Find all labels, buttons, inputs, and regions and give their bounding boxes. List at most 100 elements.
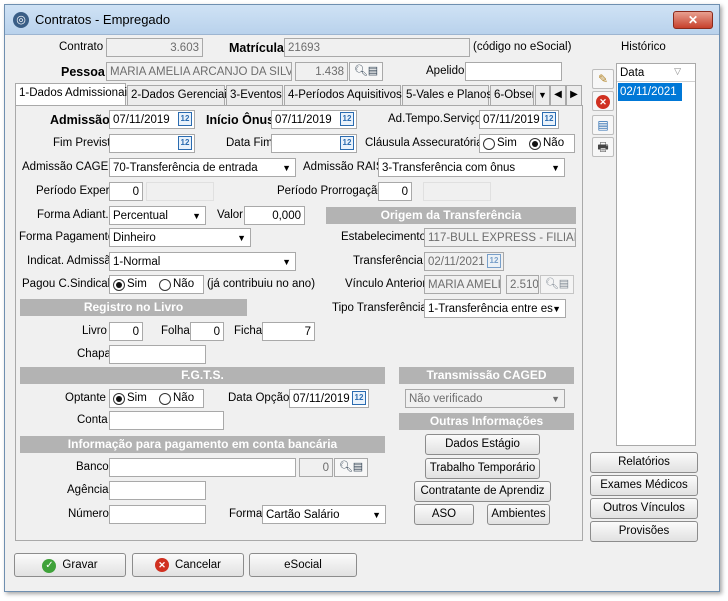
adm-rais-select[interactable]: 3-Transferência com ônus ▼ <box>378 158 565 177</box>
banco-search-button[interactable]: 🔍︎▤ <box>334 458 368 477</box>
inicio-onus-field[interactable]: 07/11/2019 12 <box>271 110 357 129</box>
vinculo-search-button[interactable]: 🔍︎▤ <box>540 275 574 294</box>
pessoa-search-button[interactable]: 🔍︎▤ <box>349 62 383 81</box>
tab-dados-gerenciais[interactable]: 2-Dados Gerenciais <box>127 85 233 105</box>
calendar-icon[interactable]: 12 <box>178 136 192 150</box>
forma-pag-select[interactable]: Dinheiro ▼ <box>109 228 251 247</box>
aso-button[interactable]: ASO <box>414 504 474 525</box>
calendar-icon[interactable]: 12 <box>352 391 366 405</box>
pessoa-code-field[interactable]: 1.438 <box>295 62 348 81</box>
close-button[interactable]: ✕ <box>673 11 713 29</box>
gravar-button[interactable]: ✓ Gravar <box>14 553 126 577</box>
calendar-icon[interactable]: 12 <box>542 112 556 126</box>
vinculo-name-field[interactable]: MARIA AMELIA <box>424 275 501 294</box>
calendar-icon[interactable]: 12 <box>487 254 501 268</box>
registro-section-header: Registro no Livro <box>20 299 247 316</box>
exames-medicos-button[interactable]: Exames Médicos <box>590 475 698 496</box>
apelido-label: Apelido <box>426 65 465 77</box>
relatorios-button[interactable]: Relatórios <box>590 452 698 473</box>
ad-tempo-field[interactable]: 07/11/2019 12 <box>479 110 559 129</box>
admissao-field[interactable]: 07/11/2019 12 <box>109 110 195 129</box>
tab-scroll-left[interactable]: ◀ <box>550 85 566 105</box>
trabalho-temporario-button[interactable]: Trabalho Temporário <box>425 458 540 479</box>
pessoa-name-field[interactable]: MARIA AMELIA ARCANJO DA SILVA <box>106 62 292 81</box>
pagou-sim-label: Sim <box>127 278 147 290</box>
tab-dropdown[interactable]: ▼ <box>535 85 550 105</box>
tab-observacoes[interactable]: 6-Observ <box>490 85 534 105</box>
matricula-field[interactable]: 21693 <box>284 38 470 57</box>
tab-vales-planos[interactable]: 5-Vales e Planos <box>402 85 492 105</box>
app-icon: ◎ <box>13 12 29 28</box>
esocial-button[interactable]: eSocial <box>249 553 357 577</box>
calendar-icon[interactable]: 12 <box>340 112 354 126</box>
vinculo-code-field[interactable]: 2.510 <box>506 275 539 294</box>
folha-field[interactable]: 0 <box>190 322 224 341</box>
banco-label: Banco <box>76 461 109 473</box>
calendar-icon[interactable]: 12 <box>340 136 354 150</box>
banco-section-header: Informação para pagamento em conta bancá… <box>20 436 385 453</box>
pagou-nao-label: Não <box>173 278 195 290</box>
agencia-field[interactable] <box>109 481 206 500</box>
banco-field[interactable] <box>109 458 296 477</box>
dados-estagio-button[interactable]: Dados Estágio <box>425 434 540 455</box>
ficha-field[interactable]: 7 <box>262 322 315 341</box>
chevron-down-icon: ▼ <box>282 163 291 173</box>
periodo-prorrog-field[interactable]: 0 <box>378 182 412 201</box>
search-icon: 🔍︎▤ <box>338 461 364 473</box>
chapa-field[interactable] <box>109 345 206 364</box>
contrato-field[interactable]: 3.603 <box>106 38 203 57</box>
data-opcao-field[interactable]: 07/11/2019 12 <box>289 389 369 408</box>
tipo-transf-select[interactable]: 1-Transferência entre es ▼ <box>424 299 566 318</box>
pagou-nao-radio[interactable] <box>159 279 171 291</box>
calendar-icon[interactable]: 12 <box>178 112 192 126</box>
adm-rais-label: Admissão RAIS <box>303 161 384 173</box>
chevron-down-icon: ▼ <box>552 304 561 314</box>
provisoes-button[interactable]: Provisões <box>590 521 698 542</box>
periodo-exper-field[interactable]: 0 <box>109 182 143 201</box>
pagou-label: Pagou C.Sindical <box>22 278 111 290</box>
apelido-field[interactable] <box>465 62 562 81</box>
transf-field[interactable]: 02/11/2021 12 <box>424 252 504 271</box>
cancel-icon: ✕ <box>154 558 169 572</box>
tab-dados-admissionais[interactable]: 1-Dados Admissionais <box>15 83 133 105</box>
valor-field[interactable]: 0,000 <box>244 206 305 225</box>
numero-field[interactable] <box>109 505 206 524</box>
contratante-aprendiz-button[interactable]: Contratante de Aprendiz <box>414 481 551 502</box>
clausula-sim-radio[interactable] <box>483 138 495 150</box>
chevron-down-icon: ▼ <box>551 394 560 404</box>
print-history-button[interactable]: 🖶︎ <box>592 137 614 157</box>
forma-adiant-select[interactable]: Percentual ▼ <box>109 206 206 225</box>
view-history-button[interactable]: ▤ <box>592 115 614 135</box>
caged-status-select[interactable]: Não verificado ▼ <box>405 389 565 408</box>
clausula-nao-radio[interactable] <box>529 138 541 150</box>
pagou-sim-radio[interactable] <box>113 279 125 291</box>
forma-adiant-label: Forma Adiant. <box>37 209 109 221</box>
estab-field[interactable]: 117-BULL EXPRESS - FILIAL 01 <box>424 228 576 247</box>
ambientes-button[interactable]: Ambientes <box>487 504 550 525</box>
pessoa-label: Pessoa <box>61 65 105 79</box>
data-fim-field[interactable]: 12 <box>271 134 357 153</box>
indicat-select[interactable]: 1-Normal ▼ <box>109 252 296 271</box>
delete-history-button[interactable]: ✕ <box>592 91 614 111</box>
optante-nao-radio[interactable] <box>159 393 171 405</box>
conta-label: Conta <box>77 414 108 426</box>
chevron-down-icon: ▼ <box>237 233 246 243</box>
vinculo-label: Vínculo Anterior <box>345 278 427 290</box>
edit-history-button[interactable]: ✎ <box>592 69 614 89</box>
optante-sim-radio[interactable] <box>113 393 125 405</box>
banco-code-field[interactable]: 0 <box>299 458 333 477</box>
outros-vinculos-button[interactable]: Outros Vínculos <box>590 498 698 519</box>
livro-field[interactable]: 0 <box>109 322 143 341</box>
adm-caged-select[interactable]: 70-Transferência de entrada ▼ <box>109 158 296 177</box>
conta-field[interactable] <box>109 411 224 430</box>
tab-eventos[interactable]: 3-Eventos <box>226 85 283 105</box>
tab-scroll-right[interactable]: ▶ <box>566 85 582 105</box>
valor-label: Valor <box>217 209 243 221</box>
fim-previsto-field[interactable]: 12 <box>109 134 195 153</box>
historico-list-item[interactable]: 02/11/2021 <box>618 83 682 101</box>
forma-select[interactable]: Cartão Salário ▼ <box>262 505 386 524</box>
cancelar-button[interactable]: ✕ Cancelar <box>132 553 244 577</box>
historico-list[interactable]: Data ▽ 02/11/2021 <box>616 63 696 446</box>
tab-periodos-aquisitivos[interactable]: 4-Períodos Aquisitivos <box>284 85 402 105</box>
historico-list-header[interactable]: Data ▽ <box>617 64 695 82</box>
